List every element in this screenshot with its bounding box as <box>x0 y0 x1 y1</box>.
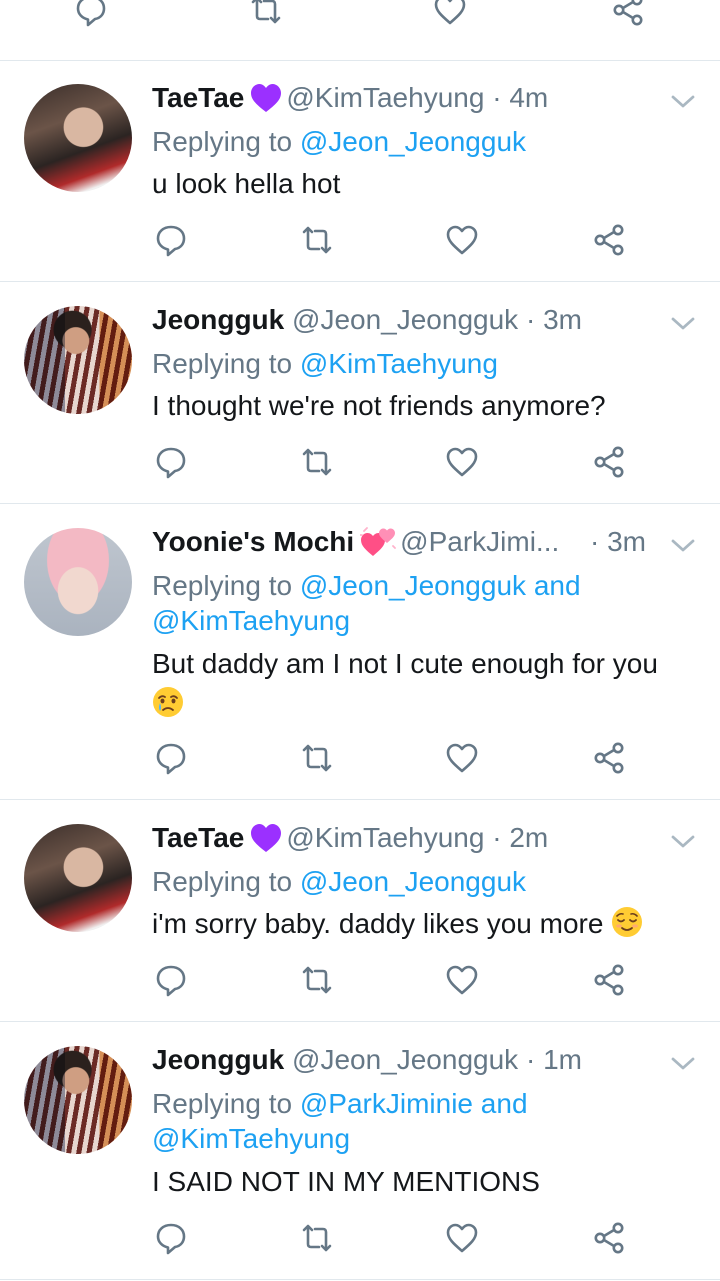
share-icon[interactable] <box>592 444 628 480</box>
relieved-face-icon <box>611 906 643 938</box>
chevron-down-icon[interactable] <box>670 1056 696 1072</box>
reply-icon[interactable] <box>153 222 189 258</box>
share-icon[interactable] <box>592 1220 628 1256</box>
display-name[interactable]: Yoonie's Mochi <box>152 526 354 557</box>
share-icon[interactable] <box>592 962 628 998</box>
tweet-text-content: But daddy am I not I cute enough for you <box>152 648 658 679</box>
heart-icon[interactable] <box>444 444 480 480</box>
timestamp[interactable]: 1m <box>543 1044 582 1075</box>
replying-prefix: Replying to <box>152 348 293 379</box>
mention-link[interactable]: @KimTaehyung <box>300 348 498 379</box>
avatar[interactable] <box>24 84 132 192</box>
tweet-text: But daddy am I not I cute enough for you <box>152 644 697 724</box>
separator: · <box>590 526 600 557</box>
previous-tweet-actions <box>0 0 720 61</box>
timestamp[interactable]: 3m <box>543 304 582 335</box>
reply-icon[interactable] <box>153 740 189 776</box>
mention-link[interactable]: @Jeon_Jeongguk <box>300 866 526 897</box>
display-name[interactable]: TaeTae <box>152 82 244 113</box>
tweet-header: Yoonie's Mochi @ParkJimi... <box>152 524 559 560</box>
avatar[interactable] <box>24 1046 132 1154</box>
mention-link[interactable]: @Jeon_Jeongguk <box>300 570 526 601</box>
reply-icon[interactable] <box>153 1220 189 1256</box>
separator: · <box>492 82 502 113</box>
heart-icon[interactable] <box>444 1220 480 1256</box>
tweet-text: I thought we're not friends anymore? <box>152 390 606 421</box>
tweet-header: TaeTae @KimTaehyung · 4m <box>152 80 548 116</box>
retweet-icon[interactable] <box>299 962 335 998</box>
user-handle[interactable]: @Jeon_Jeongguk <box>292 1044 518 1075</box>
replying-to: Replying to @Jeon_Jeongguk <box>152 864 692 899</box>
user-handle[interactable]: @Jeon_Jeongguk <box>292 304 518 335</box>
replying-prefix: Replying to <box>152 1088 293 1119</box>
reply-icon[interactable] <box>153 962 189 998</box>
retweet-icon[interactable] <box>299 444 335 480</box>
tweet[interactable]: TaeTae @KimTaehyung · 4m Replying to @Jeo… <box>0 60 720 282</box>
crying-face-icon <box>152 686 184 718</box>
tweet[interactable]: Yoonie's Mochi @ParkJimi... · 3m Replying… <box>0 504 720 800</box>
replying-prefix: Replying to <box>152 126 293 157</box>
retweet-icon[interactable] <box>248 0 284 28</box>
user-handle[interactable]: @ParkJimi... <box>400 526 559 557</box>
heart-icon[interactable] <box>444 962 480 998</box>
avatar[interactable] <box>24 824 132 932</box>
reply-icon[interactable] <box>153 444 189 480</box>
tweet-text: u look hella hot <box>152 168 341 199</box>
replying-prefix: Replying to <box>152 866 293 897</box>
tweet-time-group: · 3m <box>590 524 646 560</box>
tweet[interactable]: Jeongguk @Jeon_Jeongguk · 3m Replying to… <box>0 282 720 504</box>
heart-icon[interactable] <box>432 0 468 28</box>
user-handle[interactable]: @KimTaehyung <box>286 822 484 853</box>
replying-to: Replying to @Jeon_Jeongguk and @KimTaehy… <box>152 568 692 638</box>
purple-heart-icon <box>250 83 282 113</box>
tweet-header: Jeongguk @Jeon_Jeongguk · 1m <box>152 1042 582 1078</box>
chevron-down-icon[interactable] <box>670 834 696 850</box>
retweet-icon[interactable] <box>299 1220 335 1256</box>
tweet-text: I SAID NOT IN MY MENTIONS <box>152 1166 540 1197</box>
replying-to: Replying to @ParkJiminie and @KimTaehyun… <box>152 1086 692 1156</box>
timestamp[interactable]: 3m <box>607 526 646 557</box>
replying-to: Replying to @KimTaehyung <box>152 346 692 381</box>
retweet-icon[interactable] <box>299 740 335 776</box>
tweet-text: i'm sorry baby. daddy likes you more <box>152 904 697 944</box>
mention-and[interactable]: and <box>534 570 581 601</box>
replying-prefix: Replying to <box>152 570 293 601</box>
display-name[interactable]: TaeTae <box>152 822 244 853</box>
avatar[interactable] <box>24 306 132 414</box>
mention-link[interactable]: @KimTaehyung <box>152 605 350 636</box>
mention-link[interactable]: @ParkJiminie <box>300 1088 473 1119</box>
mention-link[interactable]: @KimTaehyung <box>152 1123 350 1154</box>
tweet-header: Jeongguk @Jeon_Jeongguk · 3m <box>152 302 582 338</box>
tweet-header: TaeTae @KimTaehyung · 2m <box>152 820 548 856</box>
chevron-down-icon[interactable] <box>670 94 696 110</box>
separator: · <box>525 304 536 335</box>
mention-link[interactable]: @Jeon_Jeongguk <box>300 126 526 157</box>
tweet-text-content: i'm sorry baby. daddy likes you more <box>152 908 604 939</box>
chevron-down-icon[interactable] <box>670 538 696 554</box>
tweet[interactable]: TaeTae @KimTaehyung · 2m Replying to @Jeo… <box>0 800 720 1022</box>
reply-icon[interactable] <box>73 0 109 28</box>
replying-to: Replying to @Jeon_Jeongguk <box>152 124 692 159</box>
share-icon[interactable] <box>592 740 628 776</box>
two-hearts-icon <box>360 526 396 558</box>
mention-and[interactable]: and <box>481 1088 528 1119</box>
heart-icon[interactable] <box>444 222 480 258</box>
chevron-down-icon[interactable] <box>670 316 696 332</box>
retweet-icon[interactable] <box>299 222 335 258</box>
purple-heart-icon <box>250 823 282 853</box>
display-name[interactable]: Jeongguk <box>152 304 284 335</box>
avatar[interactable] <box>24 528 132 636</box>
tweet[interactable]: Jeongguk @Jeon_Jeongguk · 1m Replying to… <box>0 1022 720 1280</box>
user-handle[interactable]: @KimTaehyung <box>286 82 484 113</box>
separator: · <box>525 1044 536 1075</box>
timestamp[interactable]: 4m <box>509 82 548 113</box>
heart-icon[interactable] <box>444 740 480 776</box>
share-icon[interactable] <box>611 0 647 28</box>
separator: · <box>492 822 502 853</box>
timestamp[interactable]: 2m <box>509 822 548 853</box>
share-icon[interactable] <box>592 222 628 258</box>
display-name[interactable]: Jeongguk <box>152 1044 284 1075</box>
